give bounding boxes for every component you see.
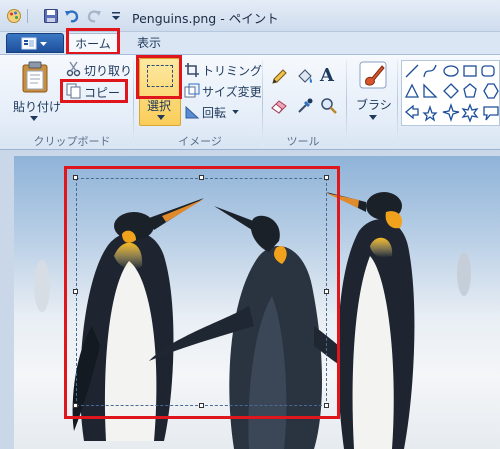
cut-label: 切り取り	[84, 64, 133, 78]
tools-group-label: ツール	[286, 135, 320, 148]
undo-icon[interactable]	[64, 8, 80, 24]
tab-view[interactable]: 表示	[124, 33, 174, 54]
brush-icon	[359, 61, 387, 89]
app-menu-button[interactable]	[6, 33, 64, 53]
paste-icon	[22, 61, 48, 93]
crop-icon	[185, 63, 199, 77]
text-tool-icon[interactable]: A	[320, 65, 340, 87]
eraser-icon[interactable]	[270, 97, 288, 115]
selection-area-highlight	[64, 166, 340, 419]
rotate-dropdown-icon	[232, 110, 239, 114]
shapes-grid	[404, 64, 499, 123]
shapes-gallery[interactable]	[401, 60, 500, 126]
cut-button[interactable]: 切り取り	[64, 60, 133, 78]
paste-button[interactable]: 貼り付け	[13, 59, 61, 125]
copy-button-highlight	[60, 79, 128, 103]
paste-dropdown-icon	[30, 116, 38, 121]
group-separator	[133, 60, 134, 146]
group-separator	[346, 60, 347, 146]
paint-app-icon[interactable]	[6, 8, 22, 24]
save-icon[interactable]	[43, 8, 59, 24]
image-group-label: イメージ	[178, 135, 222, 148]
brushes-button[interactable]: ブラシ	[352, 58, 394, 126]
brushes-dropdown-icon	[369, 115, 377, 120]
qa-separator	[27, 9, 28, 23]
fill-bucket-icon[interactable]	[296, 68, 314, 86]
group-separator	[397, 60, 398, 146]
rotate-button[interactable]: 回転	[184, 103, 244, 121]
magnifier-icon[interactable]	[320, 97, 338, 115]
app-menu-icon	[21, 37, 47, 50]
resize-label: サイズ変更	[202, 85, 262, 99]
clipboard-group-label: クリップボード	[33, 135, 111, 148]
group-separator	[262, 60, 263, 146]
color-picker-icon[interactable]	[296, 97, 314, 115]
brushes-label: ブラシ	[356, 98, 392, 112]
crop-button[interactable]: トリミング	[184, 61, 264, 79]
redo-icon[interactable]	[86, 8, 102, 24]
scissors-icon	[66, 61, 81, 77]
window-title: Penguins.png - ペイント	[132, 11, 279, 26]
home-tab-highlight	[66, 28, 120, 55]
resize-icon	[184, 83, 200, 98]
crop-label: トリミング	[202, 64, 263, 78]
select-button-highlight	[136, 55, 182, 99]
rotate-label: 回転	[202, 106, 227, 120]
resize-button[interactable]: サイズ変更	[184, 82, 264, 100]
customize-toolbar-icon[interactable]	[108, 8, 124, 24]
pencil-icon[interactable]	[270, 68, 288, 86]
select-label: 選択	[147, 99, 172, 113]
rotate-icon	[185, 105, 200, 119]
select-dropdown-icon	[157, 115, 165, 120]
paste-label: 貼り付け	[13, 100, 62, 114]
